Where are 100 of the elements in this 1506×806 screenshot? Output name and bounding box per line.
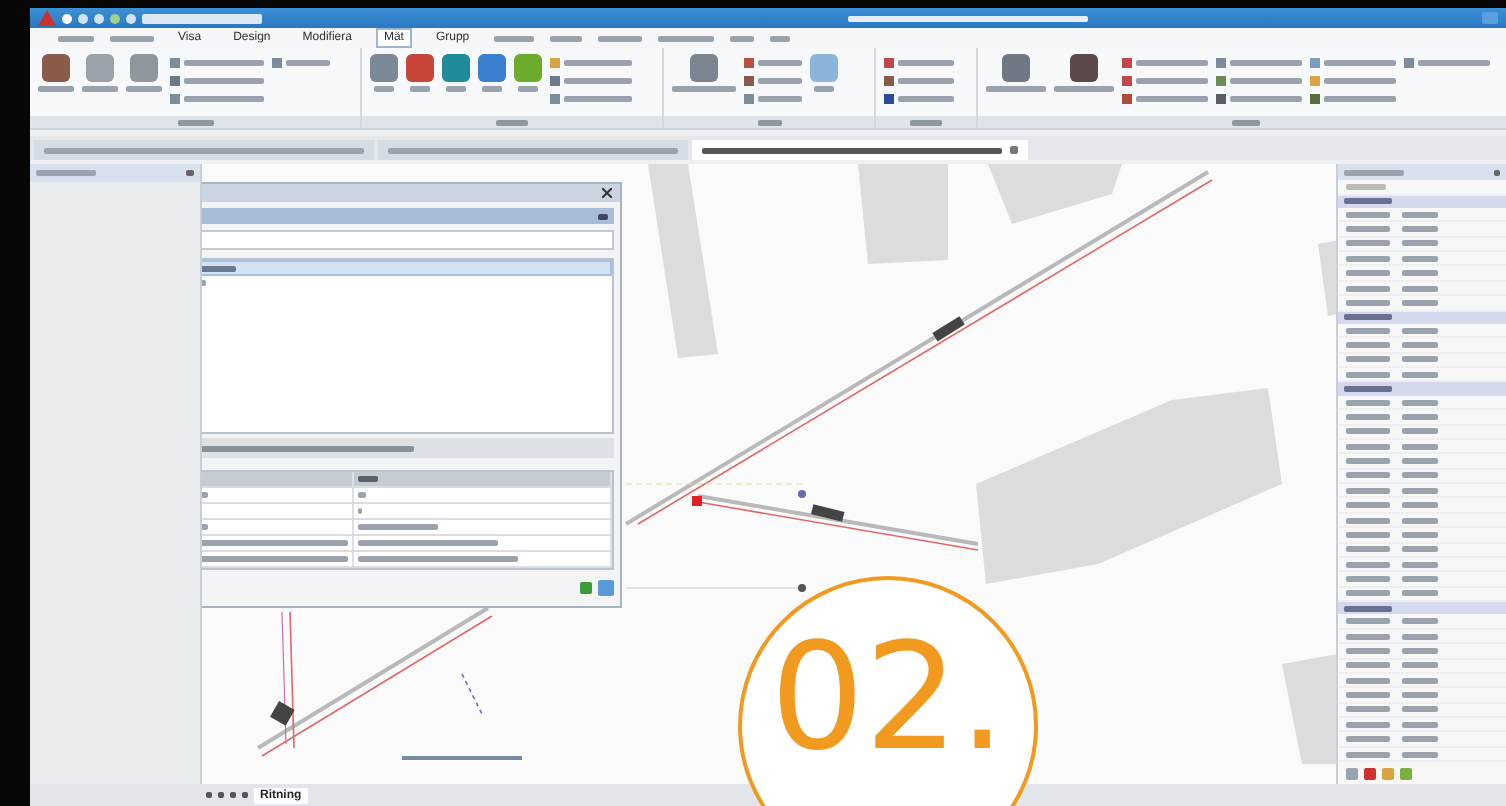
blurred-field[interactable] — [142, 13, 262, 23]
blurred-menu-label[interactable] — [769, 35, 790, 41]
list-item[interactable] — [202, 260, 612, 276]
blurred-label — [1324, 60, 1396, 66]
blurred-value — [1402, 342, 1438, 348]
blurred-menu-label[interactable] — [549, 35, 582, 41]
blurred-label — [898, 60, 954, 66]
blurred-value — [1402, 472, 1438, 479]
blurred-value — [1402, 736, 1438, 743]
blurred-label — [1346, 517, 1390, 523]
blurred-label — [1054, 86, 1114, 92]
blurred-label — [1346, 443, 1390, 450]
blurred-value — [1402, 502, 1438, 509]
building-shape — [858, 164, 948, 264]
section-header[interactable] — [1338, 382, 1506, 396]
close-icon[interactable] — [602, 188, 612, 198]
blurred-label — [1346, 211, 1390, 218]
panel-dropdown[interactable] — [30, 164, 200, 182]
blurred-group-label — [177, 119, 213, 125]
blurred-label — [1230, 60, 1302, 66]
blurred-label — [1346, 458, 1390, 464]
blurred-label — [1346, 561, 1390, 568]
document-tab[interactable] — [692, 140, 1028, 160]
blurred-label — [1346, 633, 1390, 639]
dashed-line — [461, 673, 483, 715]
blurred-menu-label[interactable] — [493, 35, 534, 41]
section-header[interactable] — [1338, 602, 1506, 615]
horizontal-scrollbar — [402, 756, 522, 760]
blurred-value — [1402, 721, 1438, 728]
ribbon-tool-icon[interactable] — [42, 54, 70, 82]
ribbon-tool-icon[interactable] — [442, 54, 470, 82]
blurred-value — [1402, 255, 1438, 262]
blurred-value — [1402, 240, 1438, 247]
save-button[interactable] — [598, 580, 614, 596]
blurred-label — [1346, 502, 1390, 509]
blurred-value — [1402, 706, 1438, 713]
blurred-value — [1402, 356, 1438, 363]
blurred-label — [1346, 327, 1390, 334]
panel-dropdown[interactable] — [1338, 164, 1506, 181]
blurred-value — [1402, 399, 1438, 405]
blurred-label — [184, 60, 264, 66]
blurred-label — [1136, 78, 1208, 84]
blurred-menu-label[interactable] — [110, 35, 154, 41]
blurred-value — [1402, 458, 1438, 464]
node-marker — [692, 496, 702, 506]
blurred-label — [184, 96, 264, 102]
blurred-value — [1402, 662, 1438, 669]
blurred-group-label — [910, 119, 942, 125]
grip-point — [798, 584, 806, 592]
blurred-label — [1346, 736, 1390, 743]
pipe-fitting-icon — [932, 316, 965, 342]
blurred-label — [1346, 662, 1390, 669]
pipe-fitting-icon — [270, 701, 295, 726]
blurred-label — [1346, 677, 1390, 684]
blurred-value — [1402, 531, 1438, 538]
blurred-value — [1402, 285, 1438, 291]
blurred-value — [1402, 677, 1438, 684]
blurred-label — [1346, 399, 1390, 405]
ribbon-tool-icon[interactable] — [1070, 54, 1098, 82]
blurred-label — [1346, 546, 1390, 553]
ribbon-tool-icon[interactable] — [478, 54, 506, 82]
blurred-menu-label[interactable] — [58, 35, 94, 41]
blurred-label — [1346, 487, 1390, 494]
blurred-value — [1402, 633, 1438, 639]
blurred-value — [1402, 226, 1438, 232]
blurred-value — [1402, 517, 1438, 523]
blurred-label — [1346, 531, 1390, 538]
dropdown-field[interactable] — [202, 208, 614, 224]
ribbon-tool-icon[interactable] — [690, 54, 718, 82]
blurred-label — [1346, 356, 1390, 363]
blurred-value — [1402, 371, 1438, 378]
blurred-label — [672, 86, 736, 92]
file-list[interactable] — [202, 258, 614, 434]
blurred-label — [1346, 299, 1390, 306]
ribbon-tool-icon[interactable] — [370, 54, 398, 82]
blurred-label — [814, 86, 834, 92]
blurred-label — [1346, 721, 1390, 728]
blurred-label — [1346, 692, 1390, 698]
blurred-label — [38, 86, 74, 92]
blurred-label — [1346, 413, 1390, 420]
ribbon-tool-icon[interactable] — [406, 54, 434, 82]
blurred-label — [1346, 706, 1390, 713]
blurred-menu-label[interactable] — [729, 35, 754, 41]
blurred-label — [1324, 96, 1396, 102]
blurred-label — [1346, 240, 1390, 247]
ribbon-tool-icon[interactable] — [1002, 54, 1030, 82]
blurred-menu-label[interactable] — [597, 35, 642, 41]
blurred-label — [1346, 371, 1390, 378]
blurred-group-label — [496, 119, 528, 125]
blurred-group-label — [757, 119, 781, 125]
run-button[interactable] — [580, 582, 592, 594]
blurred-label — [564, 60, 632, 66]
input-field[interactable] — [202, 230, 614, 250]
building-shape — [988, 164, 1122, 224]
blurred-label — [1230, 78, 1302, 84]
blurred-label — [1418, 60, 1490, 66]
blurred-label — [898, 78, 954, 84]
pipe-fitting-icon — [811, 504, 845, 522]
blurred-value — [1402, 443, 1438, 450]
blurred-menu-label[interactable] — [657, 35, 714, 41]
